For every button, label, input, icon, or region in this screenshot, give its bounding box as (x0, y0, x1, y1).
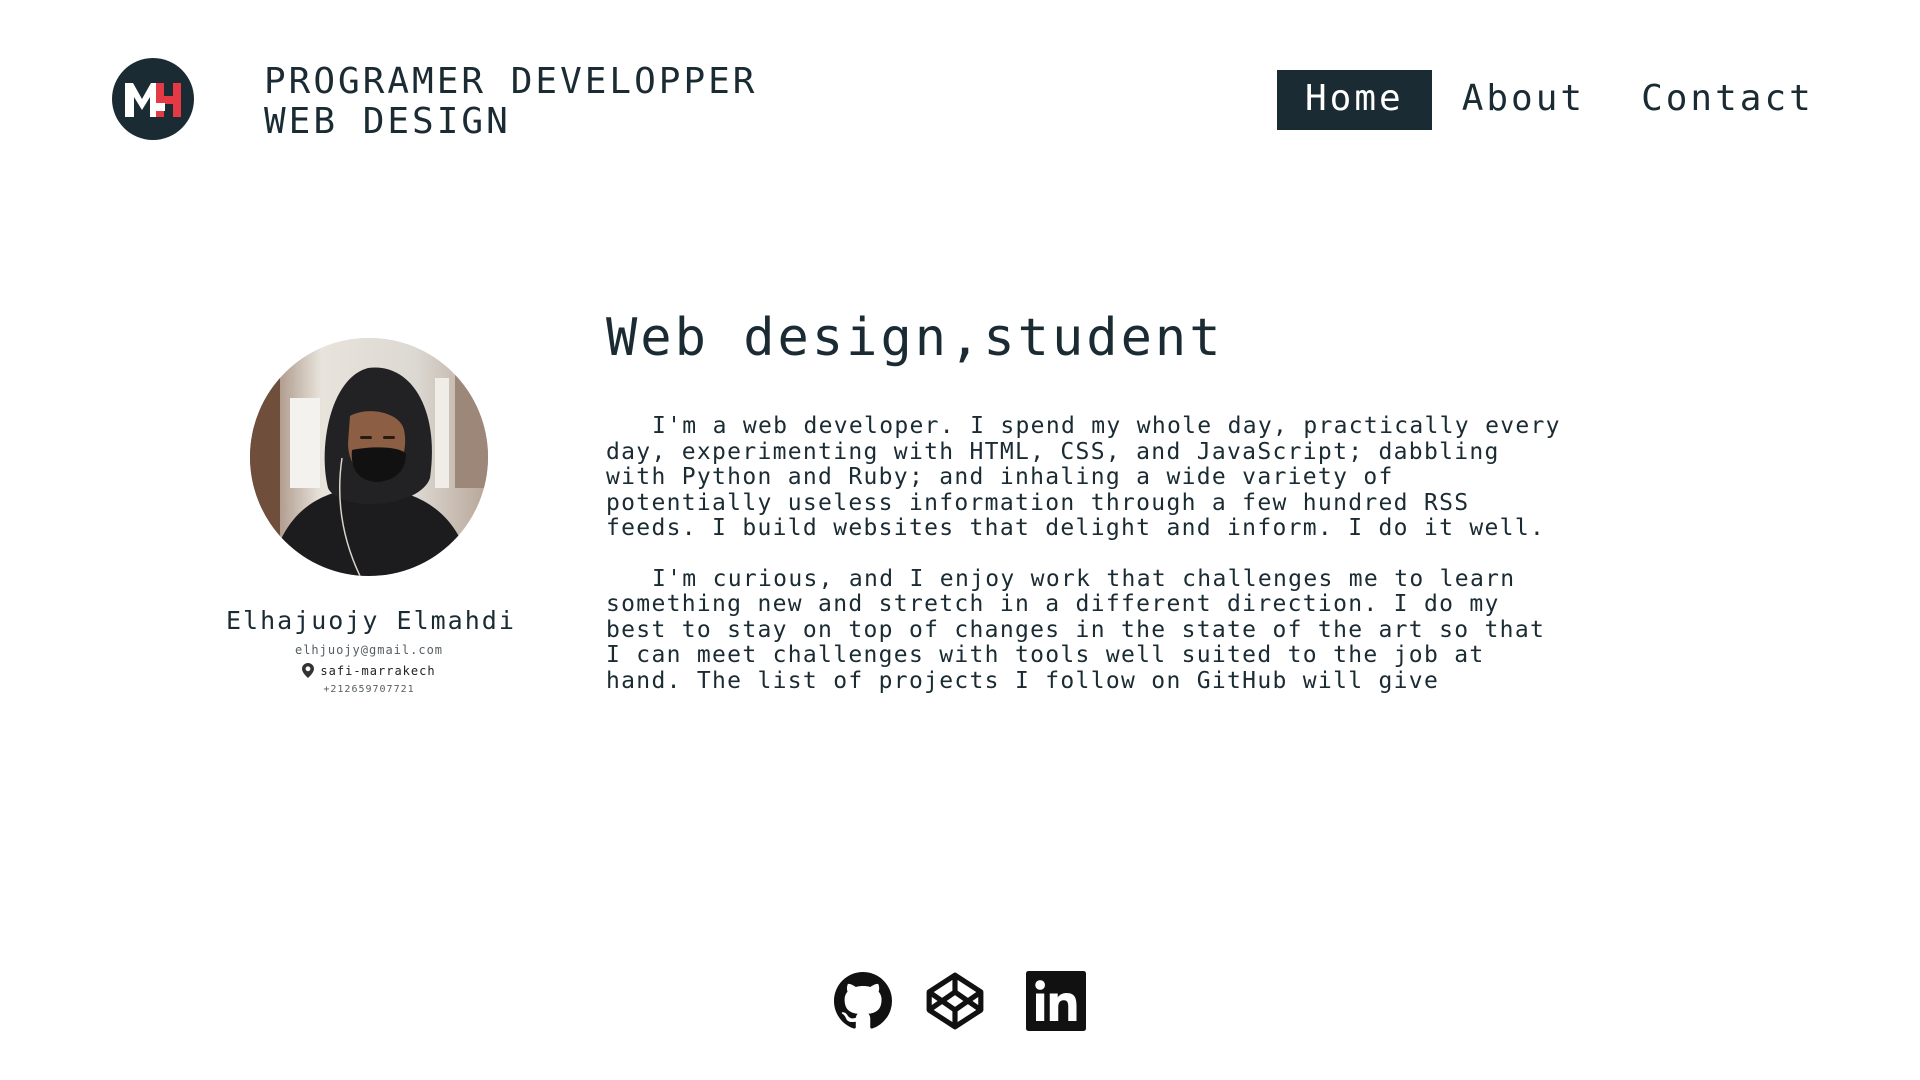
bio-paragraph-1: I'm a web developer. I spend my whole da… (606, 414, 1561, 541)
nav-about[interactable]: About (1432, 70, 1611, 130)
site-header: PROGRAMER DEVELOPPER WEB DESIGN Home Abo… (0, 0, 1920, 200)
logo-mh-icon (125, 83, 181, 117)
linkedin-link[interactable] (1026, 971, 1086, 1031)
github-link[interactable] (834, 972, 892, 1030)
main-nav: Home About Contact (1277, 70, 1842, 130)
brand-line-1: PROGRAMER DEVELOPPER (264, 61, 758, 102)
social-links (834, 970, 1086, 1032)
nav-contact[interactable]: Contact (1611, 70, 1842, 130)
avatar (250, 338, 488, 576)
location-text: safi-marrakech (320, 663, 436, 678)
location-pin-icon (302, 663, 315, 678)
linkedin-icon (1026, 971, 1086, 1031)
profile-phone[interactable]: +212659707721 (226, 684, 512, 695)
brand-title: PROGRAMER DEVELOPPER WEB DESIGN (264, 62, 757, 142)
bio-paragraph-2: I'm curious, and I enjoy work that chall… (606, 565, 1546, 694)
codepen-link[interactable] (924, 970, 986, 1032)
profile-card: Elhajuojy Elmahdi elhjuojy@gmail.com saf… (226, 338, 516, 695)
profile-location: safi-marrakech (226, 663, 512, 678)
bio-text: I'm a web developer. I spend my whole da… (606, 414, 1566, 714)
brand-line-2: WEB DESIGN (264, 101, 511, 142)
nav-home[interactable]: Home (1277, 70, 1432, 130)
profile-email[interactable]: elhjuojy@gmail.com (226, 643, 512, 657)
avatar-photo (250, 338, 488, 576)
profile-name: Elhajuojy Elmahdi (226, 606, 516, 635)
logo[interactable] (112, 58, 194, 140)
github-icon (834, 972, 892, 1029)
page-title: Web design,student (606, 308, 1224, 368)
codepen-icon (926, 972, 984, 1030)
